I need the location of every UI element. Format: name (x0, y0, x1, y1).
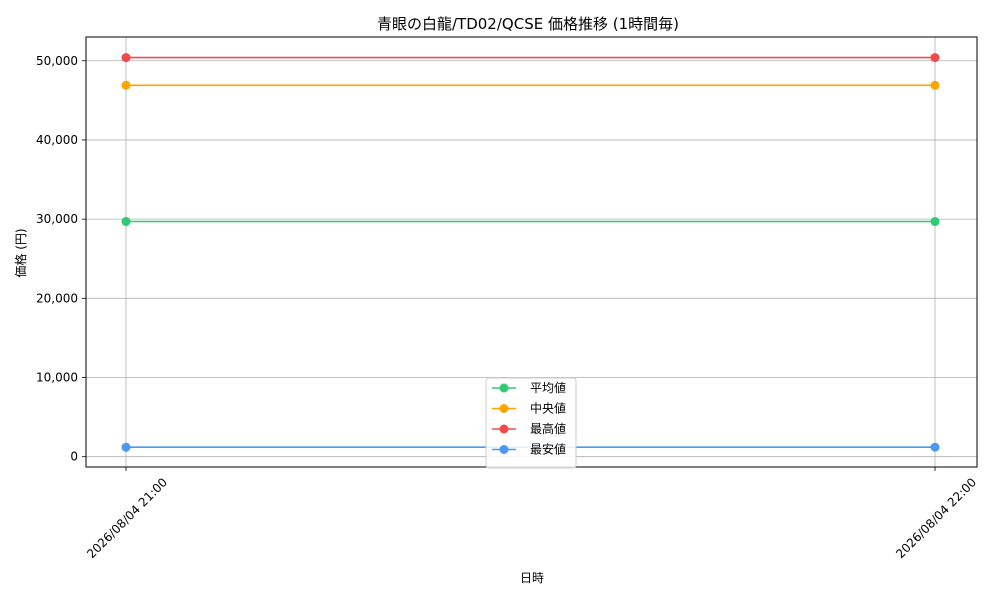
legend: 平均値中央値最高値最安値 (485, 377, 577, 469)
chart-title: 青眼の白龍/TD02/QCSE 価格推移 (1時間毎) (377, 15, 679, 33)
x-axis-ticks: 2026/08/04 21:00 2026/08/04 22:00 (84, 467, 979, 561)
y-axis-label: 価格 (円) (13, 228, 28, 277)
chart-container: 青眼の白龍/TD02/QCSE 価格推移 (1時間毎) 0 10,000 20,00… (0, 0, 1000, 600)
legend-swatch-marker (499, 424, 509, 434)
data-point (930, 53, 940, 63)
y-tick-label: 20,000 (36, 291, 78, 305)
series-1 (121, 217, 940, 227)
legend-swatch-marker (499, 445, 509, 454)
data-point (121, 53, 131, 63)
y-tick-label: 50,000 (36, 54, 78, 68)
data-point (121, 80, 131, 90)
y-tick-label: 10,000 (36, 371, 78, 385)
data-point (930, 217, 940, 227)
x-tick-label: 2026/08/04 21:00 (84, 475, 170, 561)
legend-label: 最安値 (530, 442, 566, 457)
line-chart: 青眼の白龍/TD02/QCSE 価格推移 (1時間毎) 0 10,000 20,00… (13, 15, 979, 585)
legend-swatch-marker (499, 404, 509, 413)
x-tick-label: 2026/08/04 22:00 (893, 475, 979, 561)
legend-label: 最高値 (530, 421, 566, 436)
data-point (930, 442, 940, 452)
series-2 (121, 80, 940, 90)
x-axis-label: 日時 (520, 571, 544, 585)
y-tick-label: 40,000 (36, 133, 78, 147)
legend-swatch-marker (499, 383, 509, 393)
legend-label: 平均値 (530, 380, 566, 395)
y-tick-label: 0 (70, 450, 78, 464)
y-axis-ticks: 0 10,000 20,000 30,000 40,000 50,000 (36, 54, 86, 464)
data-point (930, 80, 940, 90)
y-tick-label: 30,000 (36, 212, 78, 226)
data-point (121, 217, 131, 227)
data-point (121, 442, 131, 452)
legend-label: 中央値 (530, 401, 566, 416)
